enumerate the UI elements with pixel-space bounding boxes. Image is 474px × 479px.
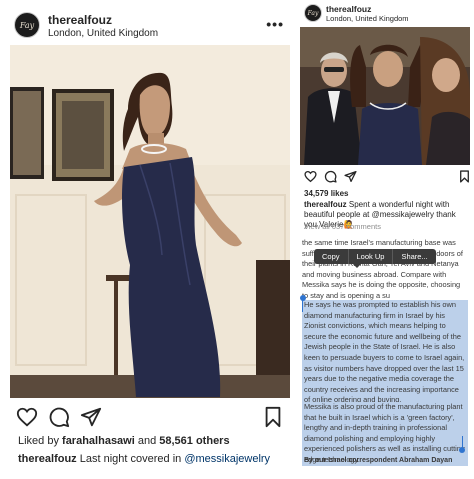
left-instagram-post: Fay therealfouz London, United Kingdom •…: [0, 0, 296, 479]
post-username[interactable]: therealfouz: [48, 13, 112, 27]
selection-start-handle[interactable]: [300, 295, 306, 301]
comment-icon[interactable]: [324, 170, 337, 183]
menu-item-look-up[interactable]: Look Up: [349, 249, 394, 264]
caption-username[interactable]: therealfouz: [304, 200, 347, 209]
avatar-monogram: Fay: [307, 9, 319, 17]
post-location[interactable]: London, United Kingdom: [48, 28, 158, 39]
heart-icon[interactable]: [304, 170, 317, 183]
post-photo[interactable]: [10, 45, 290, 398]
liked-count-link[interactable]: 58,561 others: [159, 435, 229, 447]
group-photo: [300, 27, 470, 165]
bookmark-icon[interactable]: [458, 170, 471, 183]
post-action-bar: [302, 170, 472, 186]
article-paragraph: the same time Israel's manufacturing bas…: [302, 238, 463, 300]
text-context-menu: Copy Look Up Share...: [314, 249, 436, 264]
right-screenshot-column: Fay therealfouz London, United Kingdom 3…: [298, 0, 474, 479]
heart-icon[interactable]: [16, 406, 38, 428]
post-caption: therealfouz Last night covered in @messi…: [18, 453, 288, 465]
avatar-monogram: Fay: [19, 20, 35, 30]
caption-text: Last night covered in: [76, 453, 185, 465]
menu-item-share[interactable]: Share...: [393, 249, 435, 264]
article-byline: By our Israel correspondent Abraham Daya…: [304, 457, 453, 464]
post-header: Fay therealfouz London, United Kingdom: [298, 0, 474, 28]
bookmark-icon[interactable]: [262, 406, 284, 428]
liked-middle: and: [134, 435, 160, 447]
selection-end-handle[interactable]: [459, 447, 465, 453]
post-location[interactable]: London, United Kingdom: [326, 14, 409, 23]
likes-count[interactable]: 34,579 likes: [304, 189, 348, 198]
avatar[interactable]: Fay: [14, 12, 40, 38]
liked-user-link[interactable]: farahalhasawi: [62, 435, 135, 447]
liked-prefix: Liked by: [18, 435, 63, 447]
selected-paragraph[interactable]: He says he was prompted to establish his…: [302, 300, 468, 406]
caption-username[interactable]: therealfouz: [18, 453, 77, 465]
avatar[interactable]: Fay: [304, 4, 322, 22]
selection-start-bar: [302, 300, 303, 312]
more-options-button[interactable]: •••: [266, 16, 284, 32]
post-username[interactable]: therealfouz: [326, 4, 371, 14]
view-comments-link[interactable]: View all 637 comments: [304, 222, 381, 231]
menu-item-copy[interactable]: Copy: [314, 249, 349, 264]
share-icon[interactable]: [344, 170, 357, 183]
woman-in-dress-photo: [10, 45, 290, 398]
share-icon[interactable]: [80, 406, 102, 428]
likes-line: Liked by farahalhasawi and 58,561 others: [18, 435, 230, 447]
comment-icon[interactable]: [48, 406, 70, 428]
post-action-bar: [10, 404, 290, 430]
post-header: Fay therealfouz London, United Kingdom •…: [10, 8, 290, 42]
caption-mention[interactable]: @messikajewelry: [184, 453, 270, 465]
post-photo[interactable]: [300, 27, 470, 165]
context-menu-pointer: [353, 264, 361, 268]
